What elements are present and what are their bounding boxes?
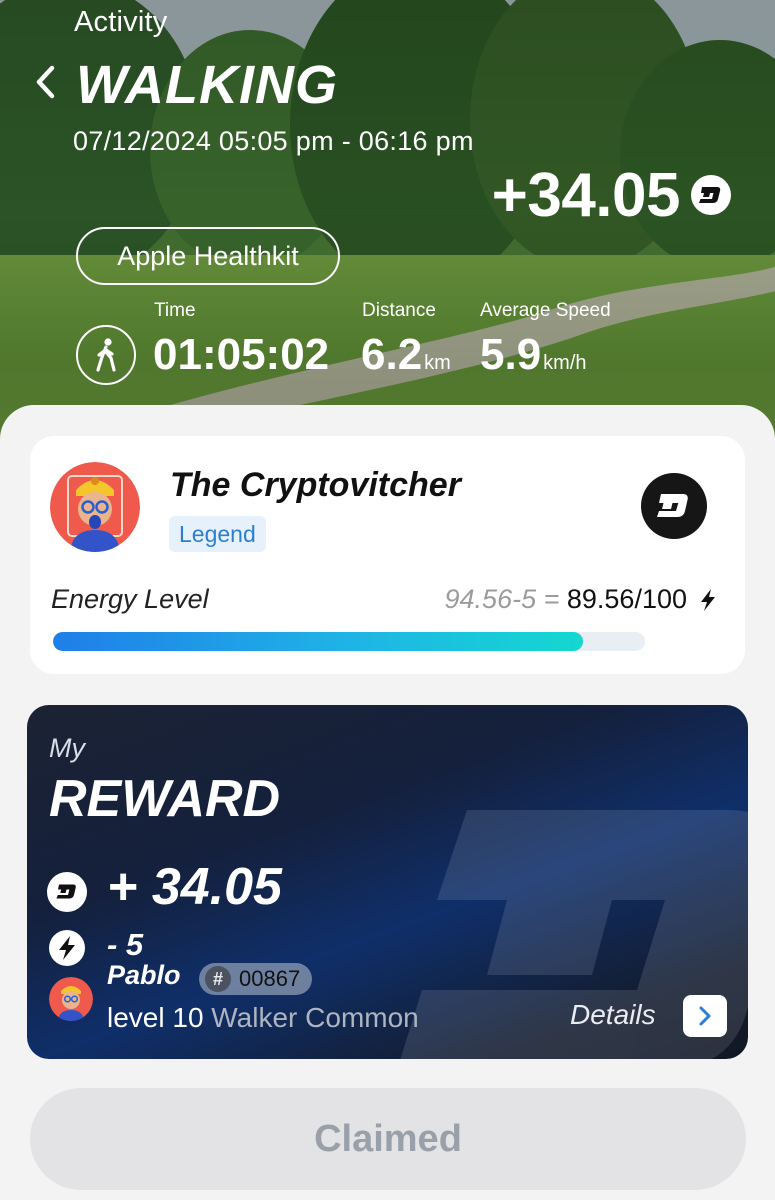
- speed-value: 5.9 km/h: [480, 330, 587, 380]
- activity-date-range: 07/12/2024 05:05 pm - 06:16 pm: [73, 126, 474, 156]
- speed-unit: km/h: [543, 352, 587, 374]
- distance-label: Distance: [362, 300, 436, 321]
- pet-level-number: level 10: [107, 1002, 204, 1033]
- speed-label: Average Speed: [480, 300, 611, 321]
- details-link[interactable]: Details: [570, 999, 656, 1031]
- pet-name: Pablo: [107, 960, 181, 990]
- time-label: Time: [154, 300, 196, 321]
- pet-id: 00867: [239, 966, 301, 991]
- dash-coin-icon: [641, 473, 707, 539]
- energy-level-label: Energy Level: [51, 584, 209, 614]
- profile-name: The Cryptovitcher: [170, 466, 461, 504]
- chevron-right-icon: [699, 1006, 711, 1026]
- avatar: [50, 462, 140, 552]
- pet-avatar: [49, 977, 93, 1021]
- energy-progress-bar: [53, 632, 645, 651]
- chevron-left-icon: [36, 65, 55, 99]
- details-button[interactable]: [683, 995, 727, 1037]
- rank-badge: Legend: [169, 516, 266, 552]
- distance-value: 6.2 km: [361, 330, 451, 380]
- hash-icon: #: [205, 966, 231, 992]
- energy-calculation: 94.56-5 = 89.56/100: [445, 584, 687, 615]
- energy-result: 89.56/100: [566, 584, 687, 614]
- pet-id-badge: # 00867: [199, 963, 313, 995]
- dash-coin-icon: [691, 175, 731, 215]
- distance-number: 6.2: [361, 330, 423, 379]
- reward-amount: + 34.05: [107, 858, 282, 916]
- reward-card: My REWARD + 34.05 - 5 Pablo # 00867 leve…: [27, 705, 748, 1059]
- dash-coin-icon: [47, 872, 87, 912]
- energy-progress-fill: [53, 632, 584, 651]
- back-button[interactable]: [28, 60, 62, 104]
- activity-title: WALKING: [76, 55, 338, 115]
- lightning-bolt-icon: [701, 589, 715, 611]
- distance-unit: km: [424, 352, 451, 374]
- walking-person-icon: [76, 325, 136, 385]
- pet-level: level 10 Walker Common: [107, 1002, 419, 1034]
- section-label: Activity: [74, 6, 168, 38]
- reward-my-label: My: [49, 733, 85, 763]
- claimed-button[interactable]: Claimed: [30, 1088, 746, 1190]
- pet-class: Walker Common: [211, 1002, 419, 1033]
- lightning-bolt-icon: [49, 930, 85, 966]
- earned-amount: +34.05: [491, 161, 681, 230]
- speed-number: 5.9: [480, 330, 542, 379]
- reward-title: REWARD: [49, 770, 281, 828]
- energy-formula: 94.56-5 =: [444, 584, 560, 614]
- reward-energy-cost: - 5: [107, 927, 144, 962]
- source-badge: Apple Healthkit: [76, 227, 340, 285]
- time-value: 01:05:02: [153, 330, 330, 379]
